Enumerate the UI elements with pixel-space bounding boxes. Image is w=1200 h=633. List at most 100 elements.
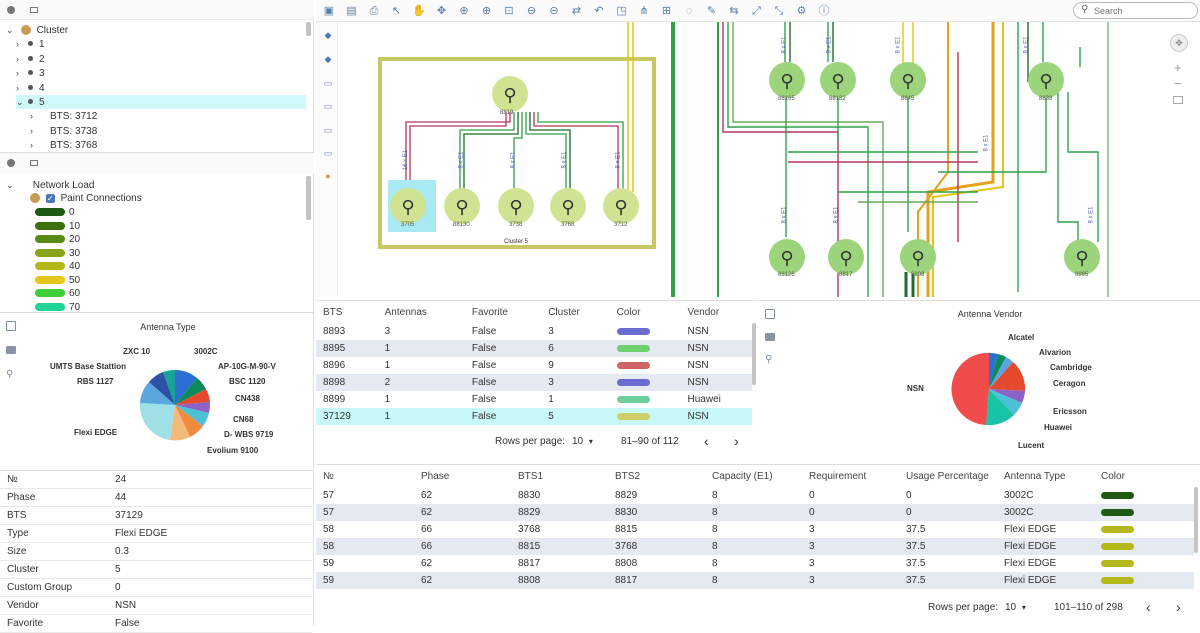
- bts-node[interactable]: ⚲: [550, 188, 586, 224]
- column-header[interactable]: BTS1: [511, 465, 608, 487]
- group-icon[interactable]: ◳: [615, 4, 629, 18]
- zoom-in-alt-icon[interactable]: ⊕: [480, 4, 494, 18]
- palette-icon[interactable]: ●: [322, 170, 334, 182]
- move-icon[interactable]: ✥: [435, 4, 449, 18]
- column-header[interactable]: Antennas: [378, 301, 465, 323]
- export-icon[interactable]: [765, 309, 775, 319]
- column-header[interactable]: Color: [610, 301, 681, 323]
- property-value[interactable]: NSN: [108, 596, 312, 615]
- tree-item-bts[interactable]: › BTS: 3712: [30, 109, 97, 123]
- zoom-out-button[interactable]: −: [1174, 76, 1182, 91]
- search-box[interactable]: ⚲: [1073, 2, 1198, 19]
- settings-icon[interactable]: ⚙: [795, 4, 809, 18]
- rows-per-page-select[interactable]: 10 ▾: [1005, 602, 1026, 613]
- table-row[interactable]: 58 66 3768 8815 8 3 37.5 Flexi EDGE: [316, 521, 1194, 538]
- table-row[interactable]: 57 62 8830 8829 8 0 0 3002C: [316, 487, 1194, 504]
- tree-item-cluster[interactable]: › 4: [16, 81, 306, 95]
- tree-scrollbar[interactable]: [306, 22, 311, 36]
- network-load-root[interactable]: ⌄ Network Load: [6, 178, 94, 192]
- zoom-in-button[interactable]: +: [1174, 60, 1182, 75]
- table-row[interactable]: 59 62 8808 8817 8 3 37.5 Flexi EDGE: [316, 572, 1194, 589]
- legend-scrollbar[interactable]: [306, 176, 311, 220]
- print-icon[interactable]: [765, 333, 775, 341]
- chevron-down-icon[interactable]: ⌄: [6, 178, 16, 192]
- property-value[interactable]: 24: [108, 471, 312, 489]
- property-value[interactable]: 37129: [108, 506, 312, 525]
- bookmark-alt-icon[interactable]: ◆: [322, 53, 334, 65]
- zoom-fit-icon[interactable]: ⊡: [502, 4, 516, 18]
- bts-node[interactable]: ⚲: [498, 188, 534, 224]
- page-alt-icon[interactable]: ▭: [322, 100, 334, 112]
- bts-node[interactable]: ⚲: [444, 188, 480, 224]
- bts-node[interactable]: ⚲: [900, 239, 936, 275]
- paint-connections-checkbox[interactable]: ✓: [45, 193, 55, 203]
- dot-icon[interactable]: [7, 6, 15, 14]
- cluster-icon[interactable]: ⊞: [660, 4, 674, 18]
- collapse-icon[interactable]: [30, 7, 38, 13]
- bts-node[interactable]: ⚲: [820, 62, 856, 98]
- info-icon[interactable]: ⓘ: [817, 4, 831, 18]
- bts-node[interactable]: ⚲: [769, 239, 805, 275]
- tree-item-bts[interactable]: › BTS: 3738: [30, 124, 97, 138]
- property-value[interactable]: 0: [108, 578, 312, 597]
- paint-connections-row[interactable]: ✓ Paint Connections: [30, 192, 142, 206]
- bts-node[interactable]: ⚲: [1028, 62, 1064, 98]
- layout-icon[interactable]: ⇄: [570, 4, 584, 18]
- column-header[interactable]: Capacity (E1): [705, 465, 802, 487]
- search-input[interactable]: [1094, 4, 1192, 17]
- column-header[interactable]: Favorite: [465, 301, 541, 323]
- column-header[interactable]: Vendor: [680, 301, 752, 323]
- edit-icon[interactable]: ✎: [705, 4, 719, 18]
- table-row[interactable]: 8893 3 False 3 NSN: [316, 323, 752, 340]
- chevron-down-icon[interactable]: ⌄: [6, 23, 16, 37]
- zoom-fit-button[interactable]: [1173, 96, 1183, 104]
- search-icon[interactable]: ⚲: [765, 354, 772, 365]
- tree-item-cluster[interactable]: › 1: [16, 37, 306, 51]
- property-value[interactable]: 44: [108, 488, 312, 507]
- column-header[interactable]: BTS2: [608, 465, 705, 487]
- column-header[interactable]: №: [316, 465, 414, 487]
- bts-node[interactable]: ⚲: [492, 76, 528, 112]
- chevron-right-icon[interactable]: ›: [30, 138, 40, 152]
- zoom-out-icon[interactable]: ⊖: [525, 4, 539, 18]
- table-row[interactable]: 8898 2 False 3 NSN: [316, 374, 752, 391]
- table-row[interactable]: 37129 1 False 5 NSN: [316, 408, 752, 425]
- column-header[interactable]: BTS: [316, 301, 378, 323]
- property-value[interactable]: 0.3: [108, 542, 312, 561]
- print-icon[interactable]: ⎙: [367, 4, 381, 18]
- table-row[interactable]: 57 62 8829 8830 8 0 0 3002C: [316, 504, 1194, 521]
- next-page-button[interactable]: ›: [734, 433, 739, 449]
- prev-page-button[interactable]: ‹: [704, 433, 709, 449]
- prev-page-button[interactable]: ‹: [1146, 599, 1151, 615]
- chevron-right-icon[interactable]: ›: [16, 81, 26, 95]
- table-row[interactable]: 8896 1 False 9 NSN: [316, 357, 752, 374]
- collapse-icon[interactable]: [30, 160, 38, 166]
- property-value[interactable]: 5: [108, 560, 312, 579]
- table-row[interactable]: 58 66 8815 3768 8 3 37.5 Flexi EDGE: [316, 538, 1194, 555]
- column-header[interactable]: Color: [1094, 465, 1194, 487]
- collapse-icon[interactable]: ⤡: [772, 4, 786, 18]
- chevron-right-icon[interactable]: ›: [30, 124, 40, 138]
- tree-root-cluster[interactable]: ⌄ Cluster: [6, 23, 68, 37]
- column-header[interactable]: Requirement: [802, 465, 899, 487]
- table-scrollbar[interactable]: [1194, 487, 1198, 553]
- column-header[interactable]: Cluster: [541, 301, 609, 323]
- pointer-icon[interactable]: ↖: [390, 4, 404, 18]
- chevron-right-icon[interactable]: ›: [16, 52, 26, 66]
- bookmark-icon[interactable]: ◆: [322, 29, 334, 41]
- bts-node[interactable]: ⚲: [890, 62, 926, 98]
- bts-node[interactable]: ⚲: [603, 188, 639, 224]
- column-header[interactable]: Usage Percentage: [899, 465, 997, 487]
- column-header[interactable]: Antenna Type: [997, 465, 1094, 487]
- hierarchy-icon[interactable]: ⋔: [637, 4, 651, 18]
- bts-node[interactable]: ⚲: [769, 62, 805, 98]
- expand-icon[interactable]: ⤢: [750, 4, 764, 18]
- lasso-icon[interactable]: ◌: [682, 4, 696, 18]
- undo-icon[interactable]: ↶: [592, 4, 606, 18]
- column-header[interactable]: Phase: [414, 465, 511, 487]
- chevron-right-icon[interactable]: ›: [16, 37, 26, 51]
- table-scrollbar[interactable]: [752, 323, 756, 385]
- bts-node[interactable]: ⚲: [1064, 239, 1100, 275]
- table-row[interactable]: 8895 1 False 6 NSN: [316, 340, 752, 357]
- property-value[interactable]: Flexi EDGE: [108, 524, 312, 543]
